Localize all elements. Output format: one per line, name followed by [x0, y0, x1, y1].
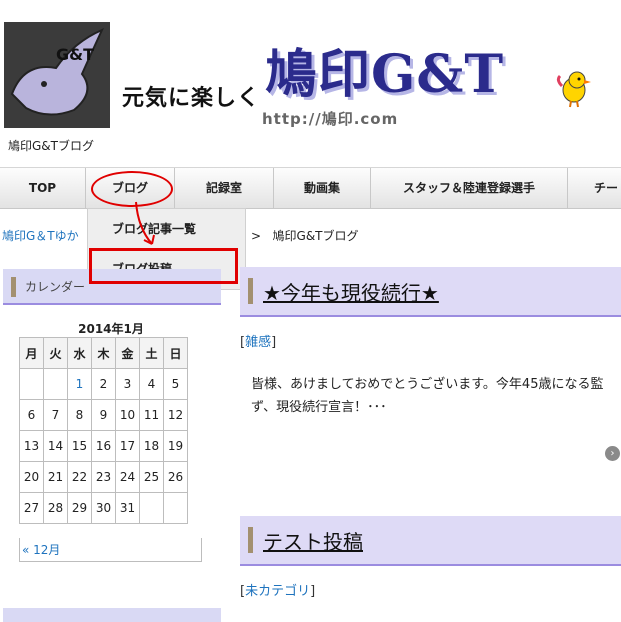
dove-logo-icon: G&T	[4, 22, 110, 128]
calendar-week: 1 2 3 4 5	[19, 368, 188, 400]
calendar-table: 月 火 水 木 金 土 日 1 2 3 4 5 6 7 8 9 10 11 12…	[19, 337, 188, 524]
weekday: 木	[91, 337, 116, 369]
calendar-day: 4	[139, 368, 164, 400]
nav-staff[interactable]: スタッフ＆陸連登録選手	[371, 168, 568, 208]
post-title-bar: ★今年も現役続行★	[240, 267, 621, 317]
calendar-day: 24	[115, 461, 140, 493]
weekday: 月	[19, 337, 44, 369]
calendar-day: 28	[43, 492, 68, 524]
post-title-link[interactable]: テスト投稿	[263, 526, 363, 555]
calendar-day: 11	[139, 399, 164, 431]
weekday: 土	[139, 337, 164, 369]
calendar-day-link[interactable]: 1	[67, 368, 92, 400]
heading-bar-icon	[248, 527, 253, 553]
site-caption: 鳩印G&Tブログ	[8, 139, 94, 153]
post-title-bar: テスト投稿	[240, 516, 621, 566]
post-category: [雑感]	[240, 335, 277, 350]
calendar-day: 25	[139, 461, 164, 493]
weekday: 水	[67, 337, 92, 369]
calendar-day: 16	[91, 430, 116, 462]
calendar-day: 6	[19, 399, 44, 431]
calendar-weekdays: 月 火 水 木 金 土 日	[19, 337, 188, 369]
site-url: http://鳩印.com	[262, 110, 399, 128]
nav-team[interactable]: チー	[568, 168, 621, 208]
excerpt-line: 皆様、あけましておめでとうございます。今年45歳になる監	[251, 377, 604, 392]
heading-bar-icon	[248, 278, 253, 304]
sidebar-widget-header	[3, 608, 221, 622]
breadcrumb: > 鳩印G&Tブログ	[251, 227, 359, 244]
calendar-day: 23	[91, 461, 116, 493]
nav-videos[interactable]: 動画集	[274, 168, 371, 208]
calendar-prev-cell: « 12月	[19, 538, 202, 562]
site-title[interactable]: 鳩印G&T	[265, 32, 504, 107]
category-link[interactable]: 未カテゴリ	[245, 584, 310, 599]
calendar-day: 5	[163, 368, 188, 400]
nav-top[interactable]: TOP	[0, 168, 86, 208]
arrow-right-circle-icon[interactable]: ›	[605, 446, 620, 461]
calendar-week: 6 7 8 9 10 11 12	[19, 399, 188, 431]
annotation-arrow-icon	[135, 201, 155, 245]
calendar-day: 19	[163, 430, 188, 462]
bird-mascot-icon	[556, 71, 591, 108]
breadcrumb-home[interactable]: 鳩印G＆Tゆか	[2, 227, 79, 244]
weekday: 日	[163, 337, 188, 369]
calendar-day: 20	[19, 461, 44, 493]
calendar-day: 10	[115, 399, 140, 431]
calendar-day: 9	[91, 399, 116, 431]
calendar-prev-month-link[interactable]: « 12月	[22, 543, 60, 557]
post-category: [未カテゴリ]	[240, 584, 316, 599]
post-title-link[interactable]: ★今年も現役続行★	[263, 277, 439, 306]
calendar-day: 26	[163, 461, 188, 493]
weekday: 金	[115, 337, 140, 369]
calendar-day: 7	[43, 399, 68, 431]
calendar-week: 20 21 22 23 24 25 26	[19, 461, 188, 493]
calendar-day: 8	[67, 399, 92, 431]
calendar-day: 12	[163, 399, 188, 431]
breadcrumb-current: 鳩印G&Tブログ	[272, 229, 359, 243]
heading-bar-icon	[11, 277, 16, 297]
breadcrumb-separator: >	[251, 229, 262, 243]
calendar-day: 14	[43, 430, 68, 462]
calendar-day	[139, 492, 164, 524]
calendar-day: 22	[67, 461, 92, 493]
calendar-day: 21	[43, 461, 68, 493]
svg-text:G&T: G&T	[56, 45, 94, 64]
annotation-rectangle	[89, 248, 238, 284]
calendar-day: 13	[19, 430, 44, 462]
calendar-day	[163, 492, 188, 524]
calendar-title: カレンダー	[25, 280, 86, 294]
weekday: 火	[43, 337, 68, 369]
calendar-day: 27	[19, 492, 44, 524]
nav-records[interactable]: 記録室	[175, 168, 274, 208]
calendar-day: 3	[115, 368, 140, 400]
category-link[interactable]: 雑感	[245, 335, 271, 350]
site-logo[interactable]: G&T	[4, 22, 110, 128]
post-excerpt: 皆様、あけましておめでとうございます。今年45歳になる監 ず、現役続行宣言！･･…	[251, 373, 621, 419]
calendar-day: 18	[139, 430, 164, 462]
calendar-day-link-text[interactable]: 1	[76, 377, 84, 391]
calendar-day: 15	[67, 430, 92, 462]
calendar-day: 17	[115, 430, 140, 462]
calendar-day: 2	[91, 368, 116, 400]
calendar-day: 31	[115, 492, 140, 524]
excerpt-line: ず、現役続行宣言！･･･	[251, 400, 387, 415]
calendar-week: 27 28 29 30 31	[19, 492, 188, 524]
calendar-day	[19, 368, 44, 400]
site-tagline: 元気に楽しく	[122, 86, 261, 111]
calendar-day: 29	[67, 492, 92, 524]
calendar-week: 13 14 15 16 17 18 19	[19, 430, 188, 462]
calendar-day	[43, 368, 68, 400]
calendar-month: 2014年1月	[78, 322, 144, 336]
calendar-day: 30	[91, 492, 116, 524]
